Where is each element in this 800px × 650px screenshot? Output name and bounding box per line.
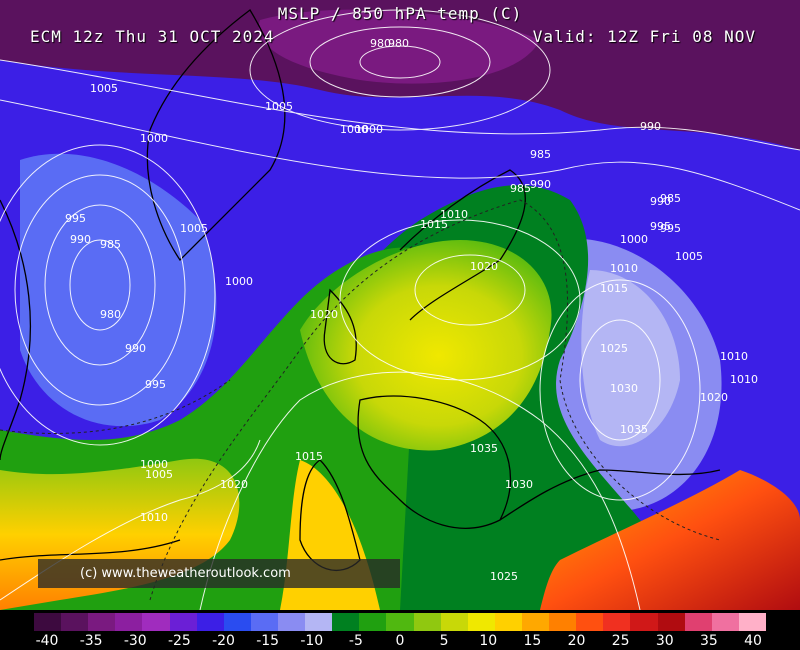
copyright-watermark: (c) www.theweatheroutlook.com	[38, 559, 400, 588]
legend-tick-label: 35	[699, 633, 718, 649]
isobar-label: 1010	[720, 350, 748, 363]
legend-swatch	[142, 613, 170, 631]
legend-swatch	[684, 613, 712, 631]
legend-tick-label: 0	[395, 633, 405, 649]
legend-tick-label: 40	[744, 633, 762, 649]
legend-tick-label: 5	[439, 633, 449, 649]
legend-swatch	[603, 613, 631, 631]
isobar-label: 1035	[620, 423, 648, 436]
isobar-label: 1030	[610, 382, 638, 395]
isobar-label: 1010	[610, 262, 638, 275]
isobar-label: 990	[640, 120, 661, 133]
isobar-label: 1005	[265, 100, 293, 113]
isobar-label: 1000	[355, 123, 383, 136]
legend-swatch	[467, 613, 495, 631]
legend-tick-label: -5	[348, 633, 363, 649]
isobar-label: 985	[660, 192, 681, 205]
legend-swatch	[413, 613, 441, 631]
isobar-label: 1010	[140, 511, 168, 524]
weather-map: 1005100010051000995990 985980990995100010…	[0, 0, 800, 611]
model-run-label: ECM 12z Thu 31 OCT 2024	[30, 27, 275, 46]
legend-tick-label: -35	[79, 633, 103, 649]
isobar-label: 985	[510, 182, 531, 195]
isobar-label: 1005	[180, 222, 208, 235]
isobar-label: 995	[650, 220, 671, 233]
legend-swatch	[711, 613, 739, 631]
legend-swatch	[196, 613, 224, 631]
legend-swatch	[305, 613, 333, 631]
legend-tick-label: -30	[123, 633, 147, 649]
legend-tick-label: 10	[479, 633, 498, 649]
legend-swatch	[223, 613, 251, 631]
legend-swatch	[169, 613, 197, 631]
isobar-label: 1000	[620, 233, 648, 246]
isobar-label: 980	[388, 37, 409, 50]
isobar-label: 1025	[600, 342, 628, 355]
legend-swatch	[277, 613, 306, 631]
isobar-label: 1025	[490, 570, 518, 583]
legend-tick-label: -10	[300, 633, 324, 649]
legend-swatch	[386, 613, 414, 631]
legend-swatch	[88, 613, 116, 631]
isobar-label: 995	[65, 212, 86, 225]
legend-tick-label: 30	[655, 633, 674, 649]
isobar-label: 1015	[295, 450, 323, 463]
legend-swatch	[494, 613, 522, 631]
legend-tick-label: -20	[212, 633, 235, 649]
legend-tick-label: -40	[35, 633, 59, 649]
isobar-label: 1000	[140, 458, 168, 471]
legend-swatch	[61, 613, 89, 631]
legend-tick-label: 25	[611, 633, 630, 649]
isobar-label: 1000	[225, 275, 253, 288]
legend-tick-label: 20	[567, 633, 586, 649]
isobar-label: 995	[145, 378, 166, 391]
isobar-label: 1020	[470, 260, 498, 273]
legend-swatch	[630, 613, 658, 631]
legend-tick-label: -25	[167, 633, 191, 649]
isobar-label: 985	[530, 148, 551, 161]
isobar-label: 990	[530, 178, 551, 191]
legend-swatch	[521, 613, 550, 631]
isobar-label: 1020	[700, 391, 728, 404]
isobar-label: 990	[125, 342, 146, 355]
valid-time-label: Valid: 12Z Fri 08 NOV	[532, 27, 756, 46]
legend-swatch	[250, 613, 278, 631]
isobar-label: 1010	[440, 208, 468, 221]
isobar-label: 1005	[90, 82, 118, 95]
isobar-label: 1020	[220, 478, 248, 491]
isobar-label: 1035	[470, 442, 498, 455]
isobar-label: 990	[70, 233, 91, 246]
legend-swatch	[738, 613, 766, 631]
legend-swatch	[34, 613, 62, 631]
legend-tick-label: 15	[523, 633, 542, 649]
legend-swatch	[549, 613, 577, 631]
legend-swatch	[115, 613, 143, 631]
isobar-label: 985	[100, 238, 121, 251]
legend-swatch	[332, 613, 360, 631]
legend-swatch	[359, 613, 387, 631]
isobar-label: 1000	[140, 132, 168, 145]
legend-swatch	[440, 613, 468, 631]
isobar-label: 980	[100, 308, 121, 321]
isobar-label: 1010	[730, 373, 758, 386]
isobar-label: 1030	[505, 478, 533, 491]
legend-tick-labels: -40 -35 -30 -25 -20 -15 -10 -5 0 5 10 15 20 25 30 35 40	[0, 630, 800, 650]
isobar-label: 1005	[675, 250, 703, 263]
color-scale-legend	[34, 613, 766, 631]
isobar-label: 1015	[600, 282, 628, 295]
legend-swatch	[576, 613, 604, 631]
legend-tick-label: -15	[256, 633, 280, 649]
legend-swatch	[657, 613, 685, 631]
chart-title: MSLP / 850 hPA temp (C)	[277, 4, 523, 23]
isobar-label: 1020	[310, 308, 338, 321]
